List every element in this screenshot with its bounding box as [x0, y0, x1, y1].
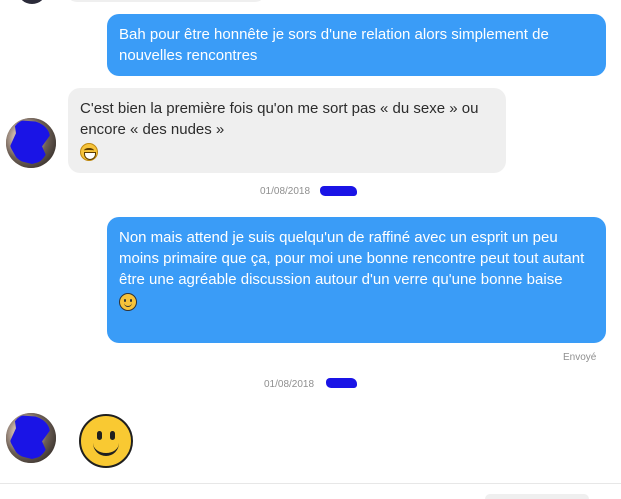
- message-timestamp: 01/08/2018: [264, 379, 315, 390]
- contact-avatar[interactable]: [6, 118, 56, 168]
- composer-control[interactable]: [485, 494, 589, 499]
- contact-avatar[interactable]: [6, 413, 56, 463]
- message-text: Non mais attend je suis quelqu'un de raf…: [119, 229, 585, 288]
- composer-divider: [0, 483, 621, 484]
- message-text: C'est bien la première fois qu'on me sor…: [80, 100, 479, 138]
- message-bubble-outgoing: Non mais attend je suis quelqu'un de raf…: [107, 217, 606, 343]
- message-bubble-outgoing: Bah pour être honnête je sors d'une rela…: [107, 14, 606, 76]
- smiling-emoji-icon: [119, 293, 137, 311]
- partial-avatar: [18, 0, 46, 4]
- emoji-mouth: [93, 442, 119, 456]
- message-bubble-incoming: C'est bien la première fois qu'on me sor…: [68, 88, 506, 173]
- delivery-status: Envoyé: [563, 352, 597, 363]
- message-timestamp: 01/08/2018: [260, 186, 311, 197]
- redaction-scribble: [320, 186, 357, 196]
- emoji-eye: [97, 431, 102, 440]
- message-text: Bah pour être honnête je sors d'une rela…: [119, 26, 549, 64]
- redaction-scribble: [326, 378, 357, 388]
- emoji-eye: [110, 431, 115, 440]
- laughing-emoji-icon: [80, 143, 98, 161]
- smiling-emoji-icon: [79, 414, 133, 468]
- partial-message-bubble: [66, 0, 266, 2]
